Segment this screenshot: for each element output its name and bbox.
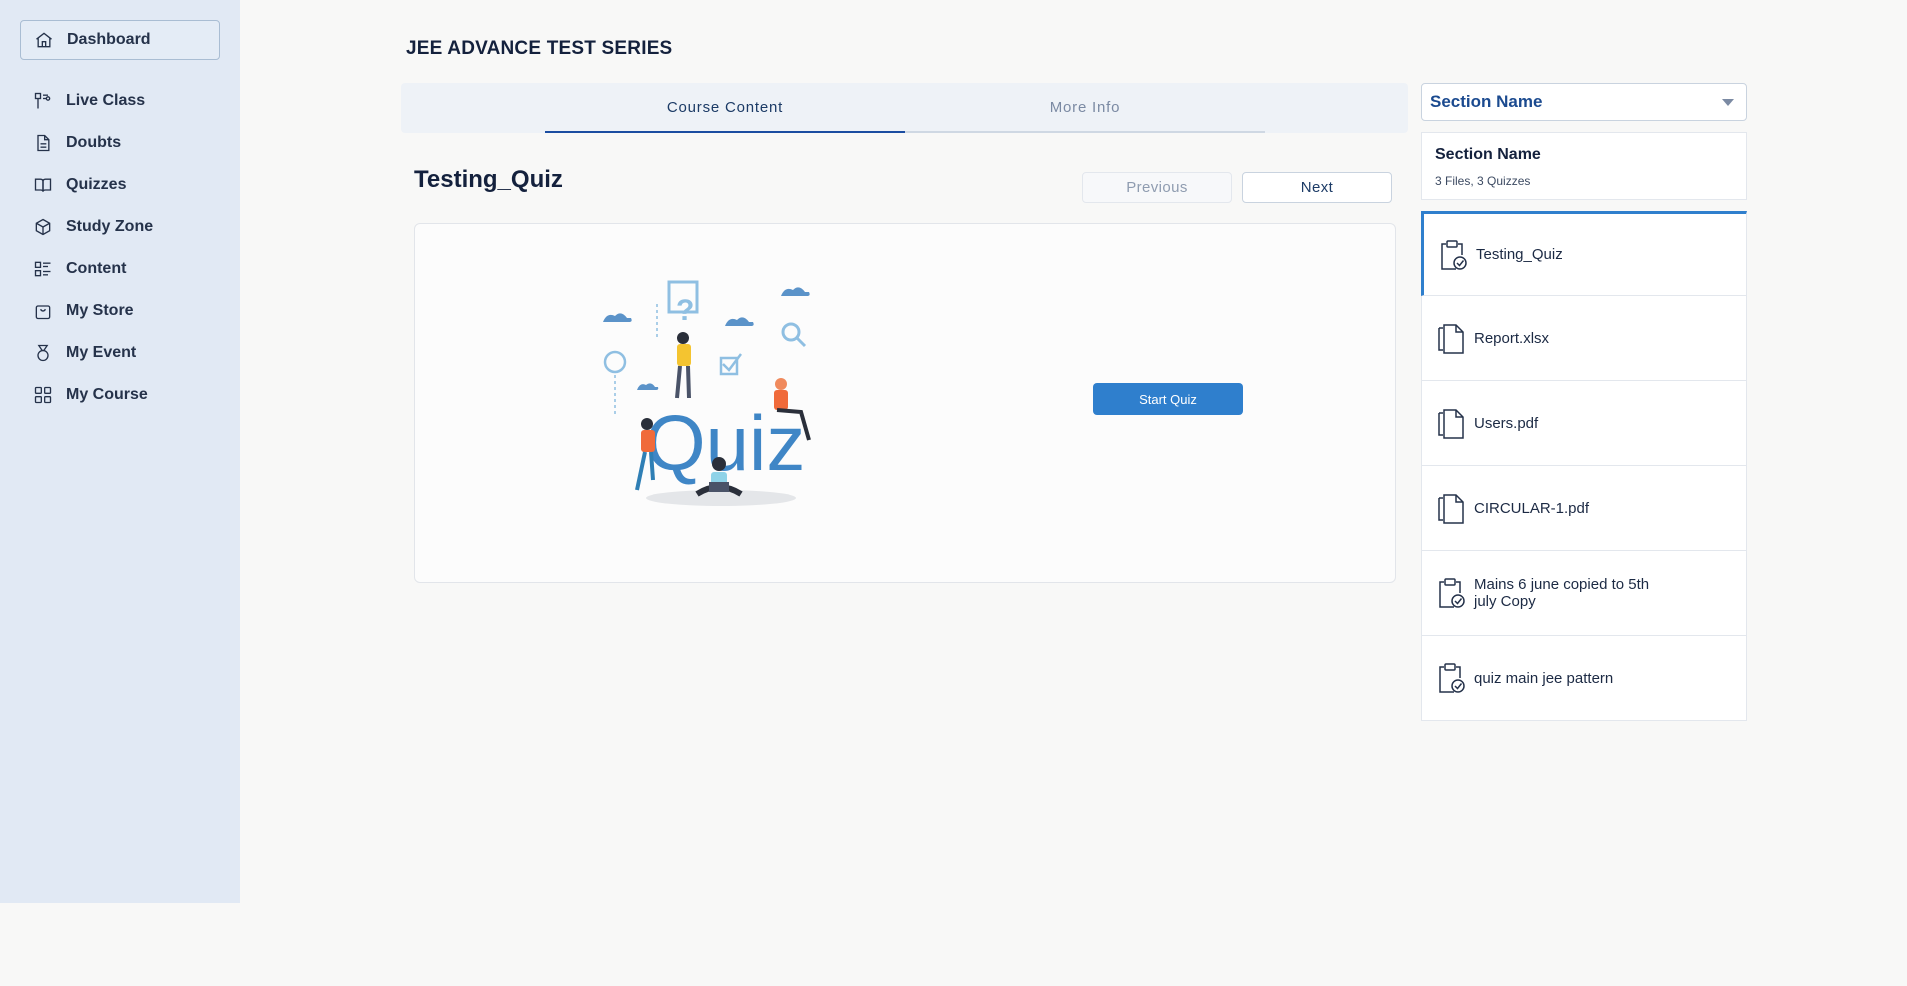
tab-more-info[interactable]: More Info [905, 83, 1265, 133]
list-item-label: Mains 6 june copied to 5th july Copy [1474, 576, 1650, 610]
book-icon [32, 174, 54, 196]
sidebar-item-study-zone[interactable]: Study Zone [20, 206, 220, 248]
sidebar-item-my-event[interactable]: My Event [20, 332, 220, 374]
sidebar-item-label: My Event [66, 344, 137, 361]
clipboard-check-icon [1436, 662, 1466, 694]
section-select-value: Section Name [1430, 92, 1543, 111]
sidebar-item-label: Quizzes [66, 176, 127, 193]
sidebar: Dashboard Live Class Doubts Quizzes Stud… [0, 0, 240, 903]
home-icon [33, 29, 55, 51]
list-item-label: Users.pdf [1474, 414, 1539, 432]
content-list: Testing_Quiz Report.xlsx Users.pdf CIRCU… [1421, 211, 1747, 721]
sidebar-item-dashboard[interactable]: Dashboard [20, 20, 220, 60]
sidebar-item-content[interactable]: Content [20, 248, 220, 290]
list-icon [32, 258, 54, 280]
list-item-mains-quiz[interactable]: Mains 6 june copied to 5th july Copy [1421, 551, 1747, 636]
cube-icon [32, 216, 54, 238]
quiz-card: ? Quiz Start Quiz [414, 223, 1396, 583]
file-copy-icon [1436, 322, 1466, 354]
previous-button[interactable]: Previous [1082, 172, 1232, 203]
next-button[interactable]: Next [1242, 172, 1392, 203]
bag-icon [32, 300, 54, 322]
page-title: JEE ADVANCE TEST SERIES [406, 38, 673, 59]
list-item-testing-quiz[interactable]: Testing_Quiz [1421, 211, 1747, 296]
list-item-label: Testing_Quiz [1476, 246, 1563, 263]
sidebar-item-label: Doubts [66, 134, 122, 151]
section-meta: 3 Files, 3 Quizzes [1435, 174, 1531, 188]
medal-icon [32, 342, 54, 364]
section-select[interactable]: Section Name [1421, 83, 1747, 121]
tabs-bar: Course Content More Info [401, 83, 1408, 133]
content-title: Testing_Quiz [414, 166, 563, 193]
quiz-illustration: ? Quiz [603, 280, 811, 506]
document-icon [32, 132, 54, 154]
svg-text:?: ? [676, 294, 694, 327]
file-copy-icon [1436, 492, 1466, 524]
sidebar-item-label: Study Zone [66, 218, 154, 235]
sidebar-item-my-store[interactable]: My Store [20, 290, 220, 332]
start-quiz-button[interactable]: Start Quiz [1093, 383, 1243, 415]
list-item-label: quiz main jee pattern [1474, 669, 1614, 687]
file-copy-icon [1436, 407, 1466, 439]
sidebar-item-label: My Course [66, 386, 148, 403]
section-card: Section Name 3 Files, 3 Quizzes [1421, 132, 1747, 200]
broadcast-icon [32, 90, 54, 112]
tab-course-content[interactable]: Course Content [545, 83, 905, 133]
clipboard-check-icon [1436, 577, 1466, 609]
clipboard-check-icon [1438, 239, 1468, 271]
list-item-label: CIRCULAR-1.pdf [1474, 499, 1590, 517]
grid-icon [32, 384, 54, 406]
sidebar-item-my-course[interactable]: My Course [20, 374, 220, 416]
section-name: Section Name [1435, 146, 1541, 163]
list-item-circular-pdf[interactable]: CIRCULAR-1.pdf [1421, 466, 1747, 551]
sidebar-item-live-class[interactable]: Live Class [20, 80, 220, 122]
list-item-quiz-main-jee[interactable]: quiz main jee pattern [1421, 636, 1747, 721]
sidebar-item-doubts[interactable]: Doubts [20, 122, 220, 164]
sidebar-item-quizzes[interactable]: Quizzes [20, 164, 220, 206]
sidebar-item-label: My Store [66, 302, 134, 319]
sidebar-item-label: Content [66, 260, 127, 277]
caret-down-icon [1722, 99, 1734, 106]
list-item-label: Report.xlsx [1474, 329, 1550, 347]
list-item-users-pdf[interactable]: Users.pdf [1421, 381, 1747, 466]
list-item-report-xlsx[interactable]: Report.xlsx [1421, 296, 1747, 381]
sidebar-item-label: Dashboard [67, 31, 151, 48]
sidebar-item-label: Live Class [66, 92, 146, 109]
